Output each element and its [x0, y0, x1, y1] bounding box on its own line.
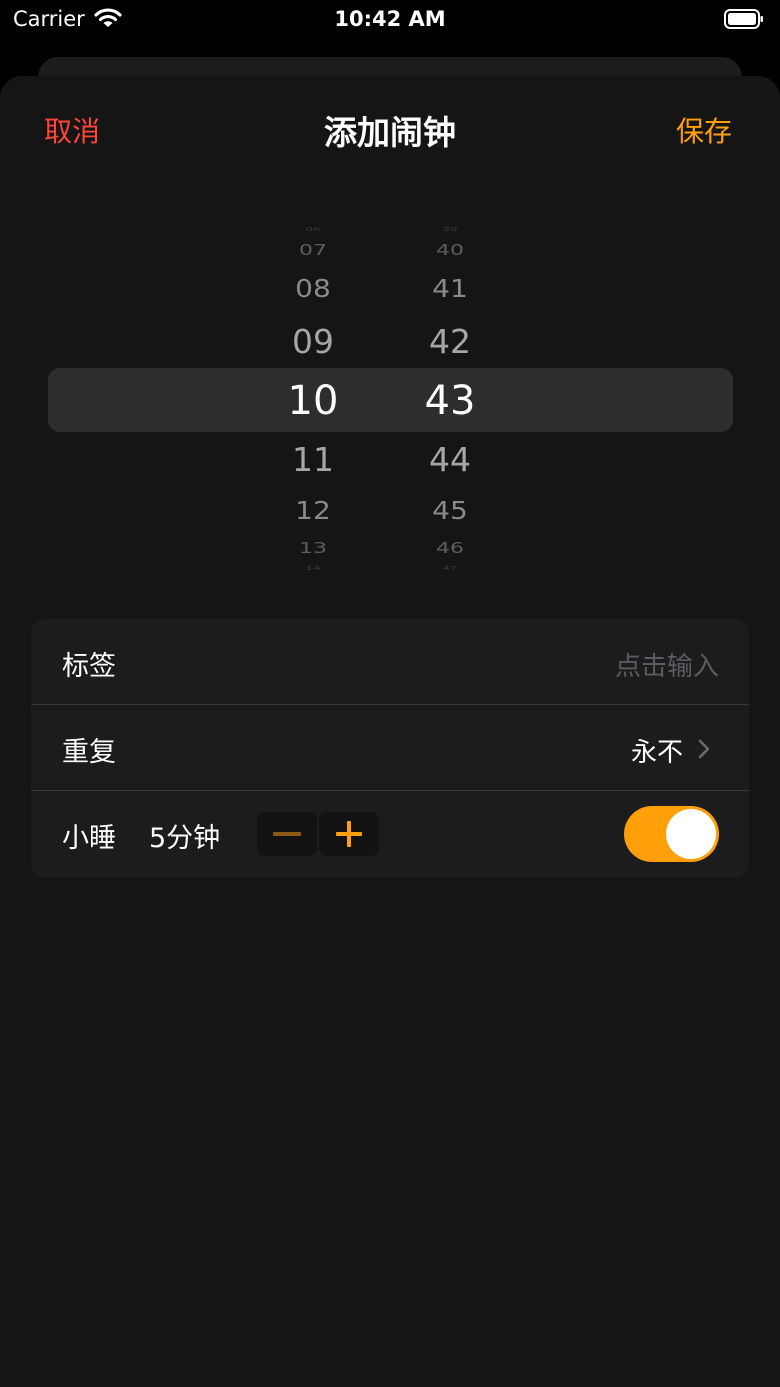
label-row[interactable]: 标签 点击输入 [31, 619, 749, 705]
hour-option[interactable]: 11 [268, 443, 358, 476]
hour-option[interactable]: 14 [268, 565, 358, 570]
hour-option[interactable]: 08 [268, 276, 358, 302]
repeat-row[interactable]: 重复 永不 [31, 705, 749, 791]
chevron-right-icon [697, 738, 711, 764]
snooze-row-title: 小睡 [62, 823, 116, 854]
minute-option[interactable]: 46 [405, 541, 495, 556]
hour-option[interactable]: 13 [268, 541, 358, 556]
hour-option[interactable]: 06 [268, 226, 358, 231]
page-title: 添加闹钟 [324, 113, 456, 152]
minute-option[interactable]: 47 [405, 565, 495, 570]
selected-hour[interactable]: 10 [268, 381, 358, 421]
status-bar: Carrier 10:42 AM [0, 0, 780, 44]
label-input[interactable]: 点击输入 [615, 646, 719, 683]
minute-option[interactable]: 45 [405, 498, 495, 524]
hour-option[interactable]: 12 [268, 498, 358, 524]
hour-option[interactable]: 09 [268, 325, 358, 358]
repeat-row-title: 重复 [62, 737, 116, 768]
snooze-row: 小睡 5分钟 [31, 791, 749, 877]
toggle-knob [666, 809, 716, 859]
decrement-button[interactable] [257, 812, 317, 856]
minute-option[interactable]: 39 [405, 226, 495, 231]
repeat-value: 永不 [630, 738, 683, 768]
selected-minute[interactable]: 43 [405, 381, 495, 421]
snooze-stepper [257, 812, 379, 856]
minute-option[interactable]: 44 [405, 443, 495, 476]
time-picker-selection[interactable] [48, 368, 733, 432]
minute-option[interactable]: 40 [405, 243, 495, 258]
label-row-title: 标签 [62, 651, 116, 682]
snooze-duration: 5分钟 [149, 823, 221, 854]
plus-icon [336, 821, 362, 847]
save-button[interactable]: 保存 [676, 110, 732, 150]
minute-option[interactable]: 42 [405, 325, 495, 358]
status-time: 10:42 AM [334, 7, 446, 31]
increment-button[interactable] [319, 812, 379, 856]
minute-option[interactable]: 41 [405, 276, 495, 302]
alarm-settings-group: 标签 点击输入 重复 永不 小睡 5分钟 [31, 619, 749, 878]
hour-option[interactable]: 07 [268, 243, 358, 258]
battery-icon [724, 9, 764, 29]
snooze-toggle[interactable] [624, 806, 719, 862]
minus-icon [273, 832, 301, 836]
